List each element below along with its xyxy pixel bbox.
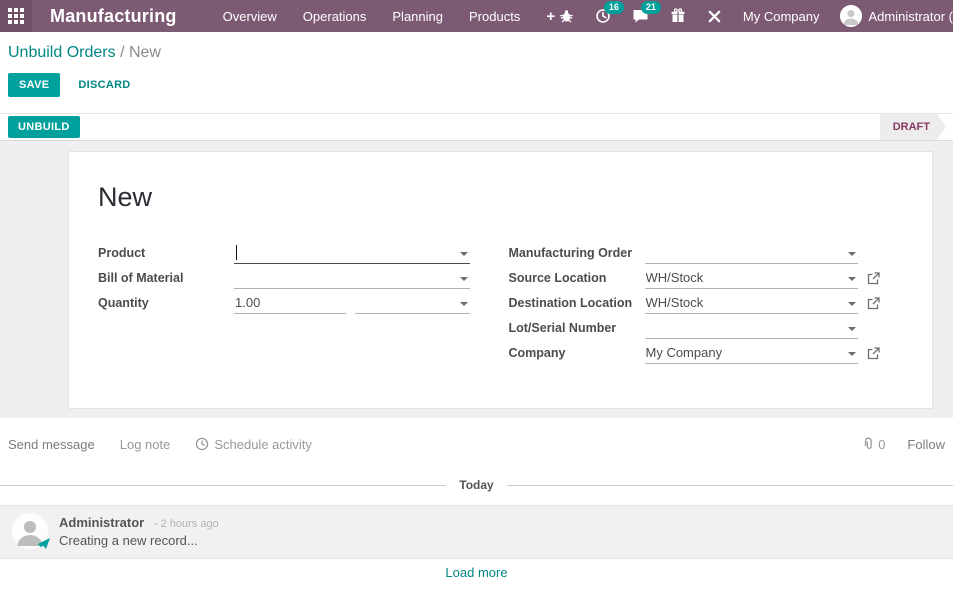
debug-bug-icon[interactable] <box>559 9 574 24</box>
gift-icon[interactable] <box>670 8 686 24</box>
source-location-input[interactable] <box>644 268 858 288</box>
lot-dropdown-icon[interactable] <box>848 327 856 331</box>
record-title: New <box>98 182 153 212</box>
form-buttons: SAVE DISCARD <box>8 73 953 97</box>
quantity-input[interactable] <box>234 293 346 313</box>
follow-button[interactable]: Follow <box>907 437 945 452</box>
field-row-source-location: Source Location <box>509 264 881 289</box>
field-row-mo: Manufacturing Order <box>509 239 881 264</box>
mo-label: Manufacturing Order <box>508 246 633 260</box>
breadcrumb-unbuild-orders[interactable]: Unbuild Orders <box>8 44 116 61</box>
product-input[interactable] <box>234 243 470 263</box>
bom-input[interactable] <box>234 268 470 288</box>
top-navbar: Manufacturing Overview Operations Planni… <box>0 0 953 32</box>
dest-location-label: Destination Location <box>508 296 633 310</box>
statusbar: UNBUILD DRAFT <box>0 113 953 141</box>
mo-input[interactable] <box>644 243 858 263</box>
quantity-label: Quantity <box>98 296 149 310</box>
control-panel: Unbuild Orders / New SAVE DISCARD <box>0 32 953 113</box>
paper-plane-icon <box>38 538 50 550</box>
company-label: Company <box>508 346 566 360</box>
product-label: Product <box>98 246 146 260</box>
text-cursor <box>236 245 237 260</box>
company-switcher[interactable]: My Company <box>743 9 820 24</box>
day-divider-label: Today <box>459 478 494 492</box>
bom-dropdown-icon[interactable] <box>459 277 468 281</box>
form-sheet: New Product Bill of Material Quantity 1.… <box>68 151 933 409</box>
source-location-label: Source Location <box>508 271 607 285</box>
messages-button[interactable]: 21 <box>632 1 661 24</box>
message-author[interactable]: Administrator <box>59 515 144 530</box>
apps-menu-button[interactable] <box>0 0 32 32</box>
attachments-button[interactable]: 0 <box>862 437 885 452</box>
schedule-activity-label: Schedule activity <box>214 436 312 452</box>
menu-operations[interactable]: Operations <box>303 9 367 24</box>
field-row-product: Product <box>98 239 470 264</box>
menu-plus[interactable]: + <box>546 8 555 25</box>
dest-location-external-link-icon[interactable] <box>858 297 880 314</box>
paperclip-icon <box>862 437 875 451</box>
uom-dropdown-icon[interactable] <box>459 302 468 306</box>
status-widget: DRAFT <box>880 114 946 140</box>
user-menu[interactable]: Administrator ( <box>840 5 953 27</box>
message-body: Creating a new record... <box>59 533 198 548</box>
field-row-company: Company <box>509 339 881 364</box>
menu-overview[interactable]: Overview <box>223 9 277 24</box>
user-avatar <box>840 5 863 27</box>
schedule-activity-button[interactable]: Schedule activity <box>195 437 312 452</box>
activities-badge: 16 <box>603 1 624 14</box>
field-grid: Product Bill of Material Quantity 1.00 M… <box>69 239 932 364</box>
field-row-quantity: Quantity <box>98 289 470 314</box>
load-more-link[interactable]: Load more <box>445 565 507 580</box>
lot-input[interactable] <box>644 318 858 338</box>
app-menu: Overview Operations Planning Products + <box>223 8 555 25</box>
company-external-link-icon[interactable] <box>858 347 880 364</box>
log-note-button[interactable]: Log note <box>120 437 171 452</box>
menu-products[interactable]: Products <box>469 9 520 24</box>
dest-location-dropdown-icon[interactable] <box>848 302 856 306</box>
save-button[interactable]: SAVE <box>8 73 61 97</box>
source-location-dropdown-icon[interactable] <box>848 277 856 281</box>
bom-label: Bill of Material <box>98 271 184 285</box>
product-dropdown-icon[interactable] <box>459 252 468 256</box>
message-timestamp: - 2 hours ago <box>153 518 219 530</box>
chatter-message: Administrator - 2 hours ago Creating a n… <box>0 505 953 559</box>
company-dropdown-icon[interactable] <box>848 352 856 356</box>
dest-location-input[interactable] <box>644 293 858 313</box>
app-title[interactable]: Manufacturing <box>50 6 177 27</box>
mo-dropdown-icon[interactable] <box>848 252 856 256</box>
tools-icon[interactable] <box>707 9 722 24</box>
field-row-dest-location: Destination Location <box>509 289 881 314</box>
messages-badge: 21 <box>640 1 661 14</box>
systray: 16 21 My Company Administrator ( <box>559 1 953 27</box>
discard-button[interactable]: DISCARD <box>78 79 130 91</box>
lot-label: Lot/Serial Number <box>508 321 617 335</box>
form-view: New Product Bill of Material Quantity 1.… <box>0 141 953 418</box>
chatter: Send message Log note Schedule activity … <box>0 432 953 582</box>
day-divider: Today <box>0 478 953 492</box>
field-row-bom: Bill of Material <box>98 264 470 289</box>
field-row-lot: Lot/Serial Number <box>509 314 881 339</box>
user-name: Administrator ( <box>868 8 953 24</box>
breadcrumb: Unbuild Orders / New <box>8 44 953 62</box>
breadcrumb-current: New <box>128 44 161 61</box>
breadcrumb-slash: / <box>120 44 125 61</box>
uom-input[interactable] <box>355 293 470 313</box>
source-location-external-link-icon[interactable] <box>858 272 880 289</box>
schedule-clock-icon <box>195 437 209 451</box>
send-message-button[interactable]: Send message <box>8 437 95 452</box>
message-avatar[interactable] <box>12 513 50 550</box>
unbuild-button[interactable]: UNBUILD <box>8 116 80 138</box>
attachments-count: 0 <box>878 436 886 452</box>
apps-grid-icon <box>8 8 24 24</box>
chatter-toolbar: Send message Log note Schedule activity … <box>8 432 945 456</box>
menu-planning[interactable]: Planning <box>392 9 443 24</box>
status-draft[interactable]: DRAFT <box>880 114 946 140</box>
activities-button[interactable]: 16 <box>595 1 624 24</box>
right-column: Manufacturing Order Source Location WH/S… <box>509 239 881 364</box>
company-input[interactable] <box>644 343 858 363</box>
left-column: Product Bill of Material Quantity <box>98 239 470 364</box>
